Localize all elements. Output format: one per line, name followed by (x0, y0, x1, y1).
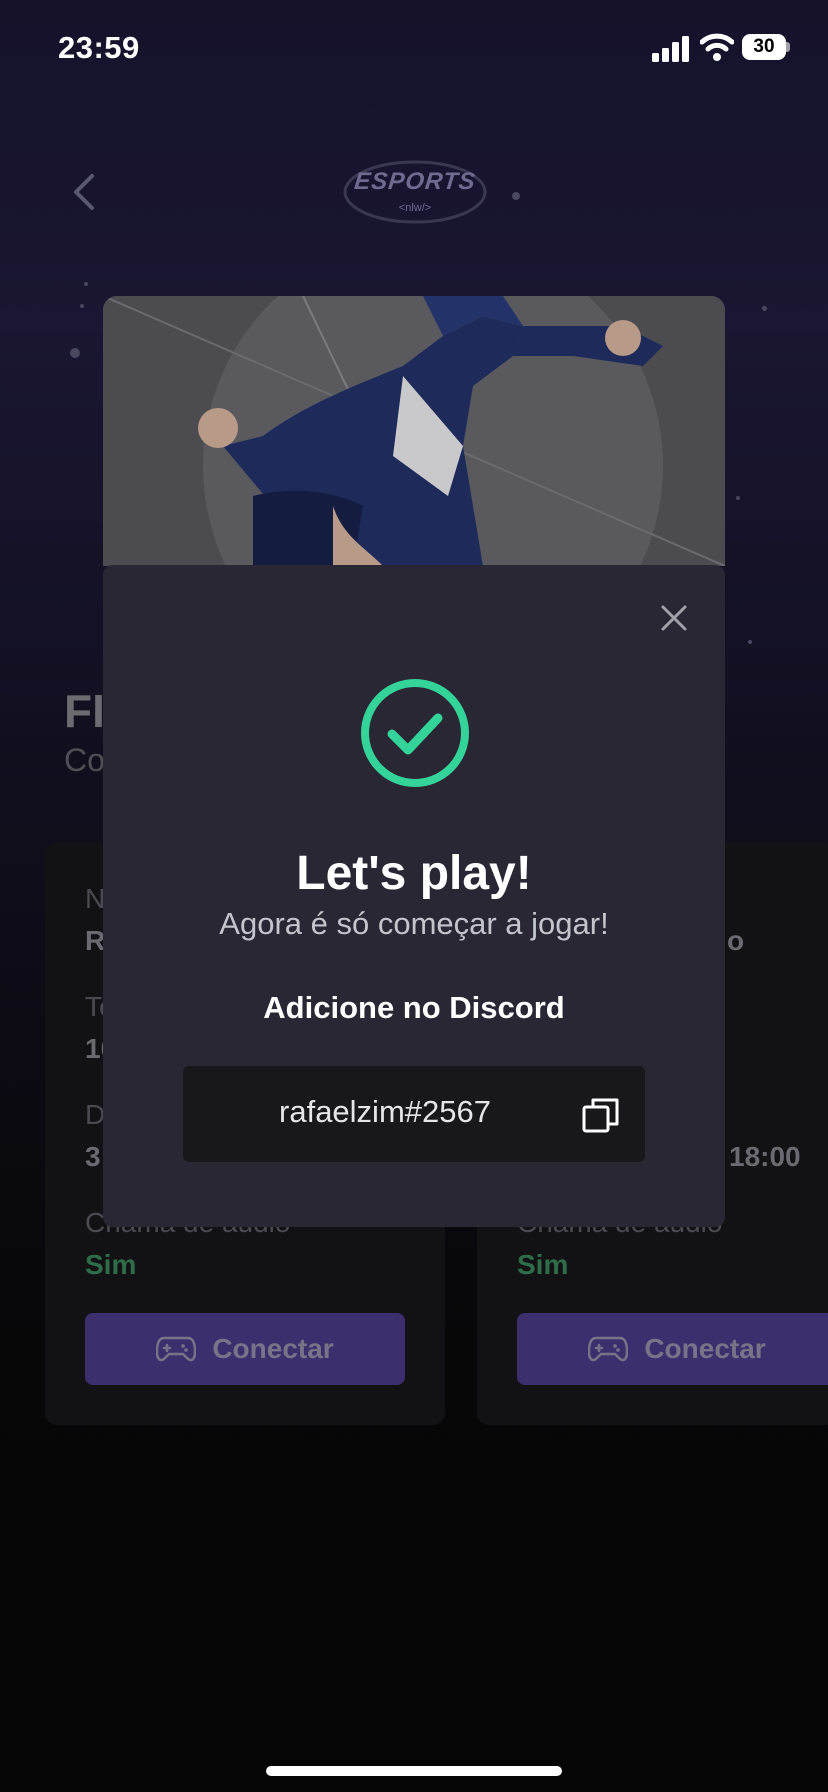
check-circle-icon (361, 679, 469, 787)
wifi-icon (700, 33, 734, 61)
battery-icon: 30 (742, 34, 790, 60)
decorative-star (748, 640, 752, 644)
discord-label: Adicione no Discord (263, 990, 565, 1025)
decorative-star (736, 496, 740, 500)
modal-title: Let's play! (296, 847, 532, 900)
back-arrow-icon[interactable] (72, 172, 96, 212)
esports-logo: ESPORTS <nlw/> (342, 150, 488, 234)
decorative-star (762, 306, 767, 311)
gamepad-icon (588, 1336, 629, 1362)
connect-button-label: Conectar (212, 1333, 334, 1364)
decorative-star (512, 192, 520, 200)
card-audio-value: Sim (517, 1249, 569, 1280)
modal-subtitle: Agora é só começar a jogar! (219, 906, 609, 941)
connect-button[interactable]: Conectar (517, 1313, 828, 1385)
gamepad-icon (156, 1336, 197, 1362)
card-audio-value: Sim (85, 1249, 137, 1280)
logo-subtext: <nlw/> (398, 202, 432, 214)
decorative-star (80, 304, 84, 308)
card-hours-value: 18:00 (729, 1141, 801, 1172)
card-name-value: o (727, 925, 745, 956)
close-icon[interactable] (660, 604, 688, 632)
game-subtitle: Co (64, 742, 105, 778)
decorative-star (70, 348, 80, 358)
cellular-signal-icon (652, 36, 689, 62)
card-days-value: 3 (85, 1141, 101, 1172)
connect-button-label: Conectar (644, 1333, 766, 1364)
status-time: 23:59 (58, 30, 140, 65)
battery-level: 30 (742, 34, 786, 60)
game-banner-image (103, 296, 725, 566)
logo-text: ESPORTS (352, 168, 478, 195)
discord-tag[interactable]: rafaelzim#2567 (183, 1094, 587, 1130)
decorative-star (84, 282, 88, 286)
home-indicator (266, 1766, 562, 1776)
connect-button[interactable]: Conectar (85, 1313, 405, 1385)
copy-icon[interactable] (582, 1096, 620, 1134)
game-title: FI (64, 685, 105, 737)
